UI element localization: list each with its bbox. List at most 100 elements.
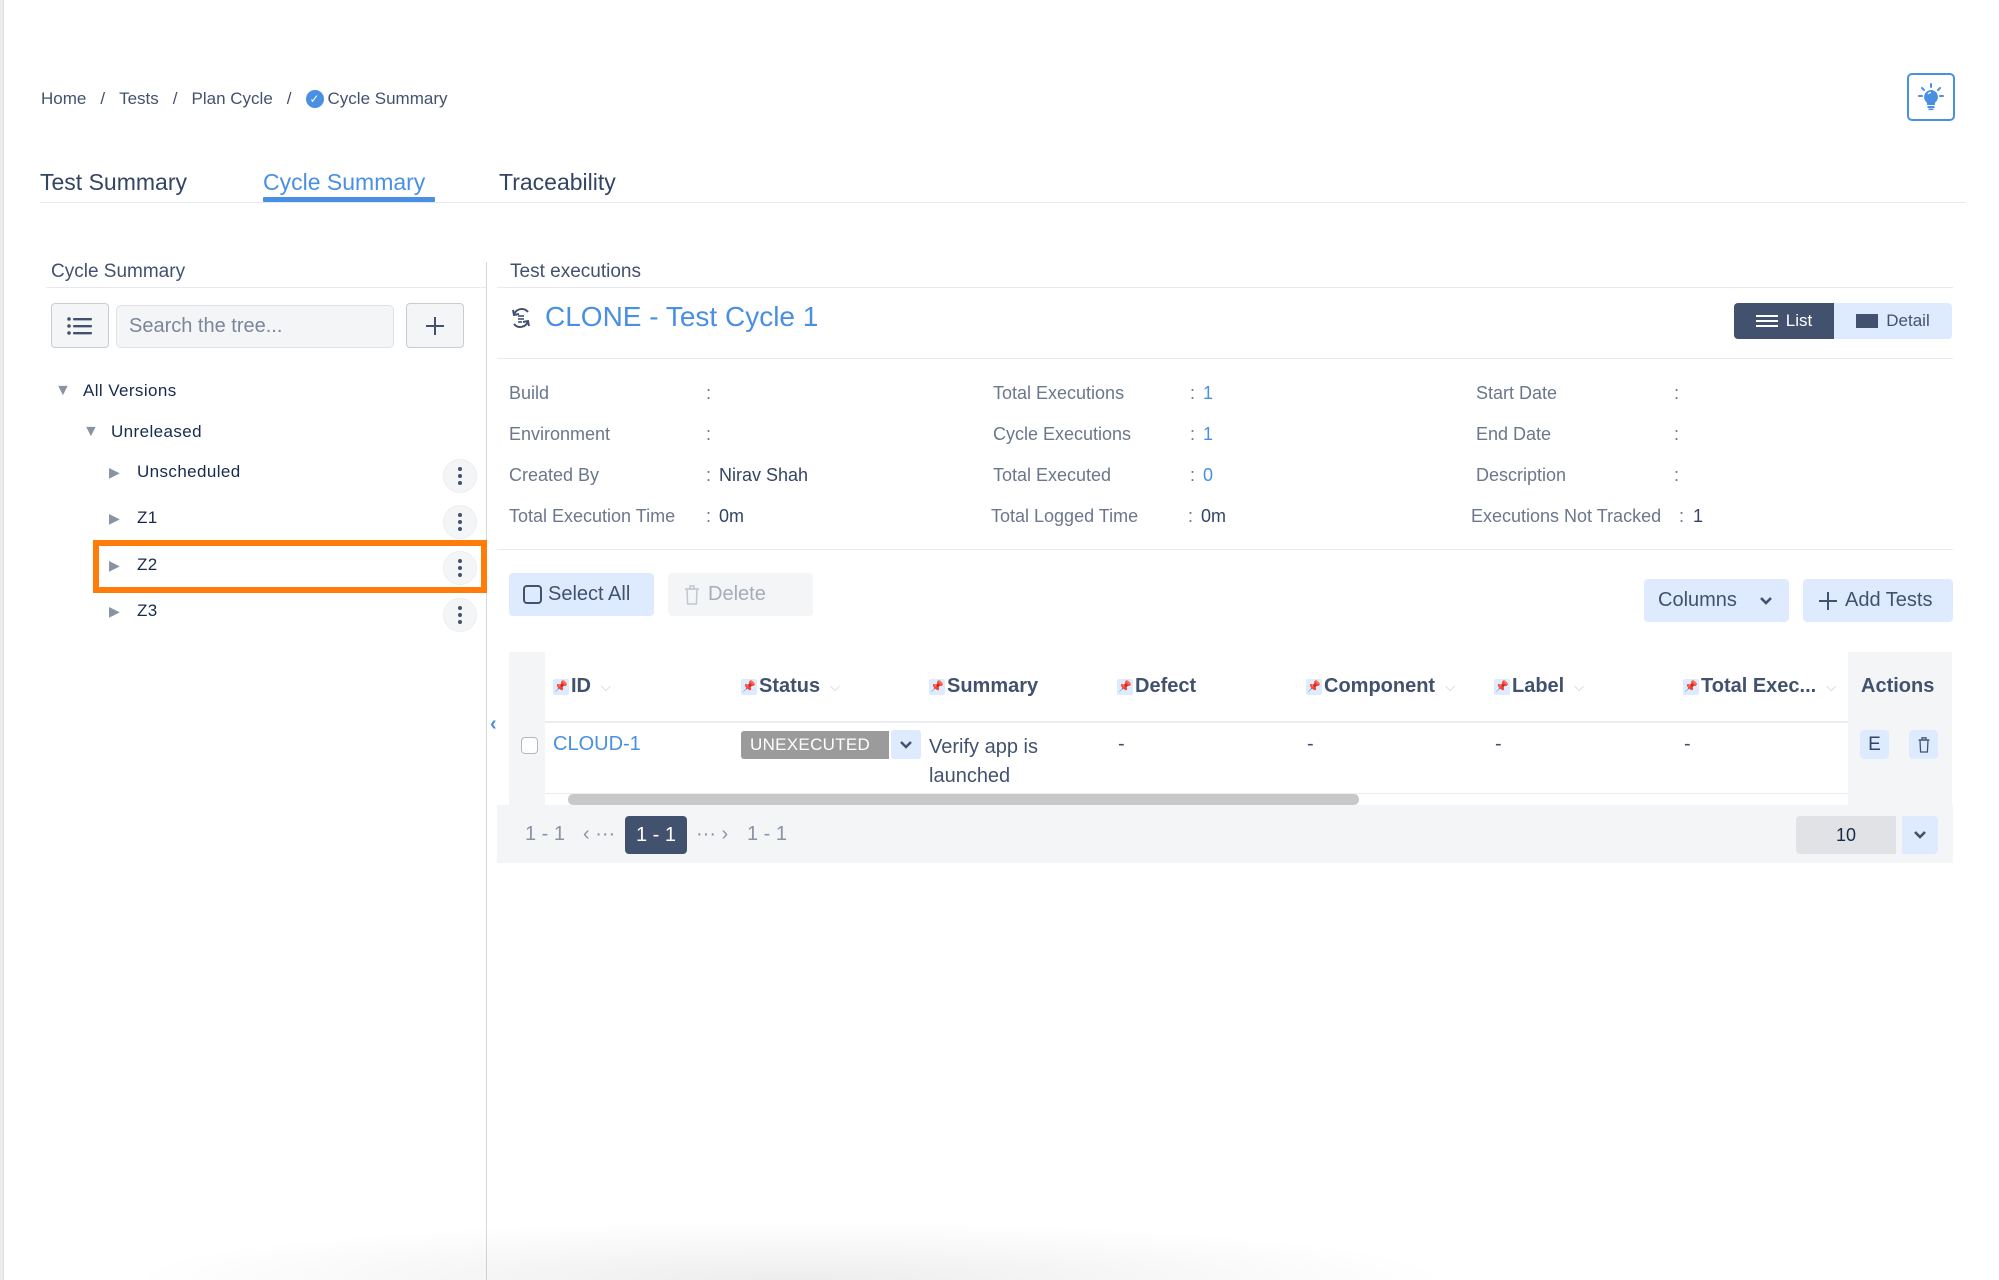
table-header-divider (545, 721, 1848, 723)
column-header-id[interactable]: 📌 ID ⌵ (553, 675, 611, 698)
tree-node-unscheduled[interactable]: ▶ Unscheduled (109, 452, 241, 492)
help-tips-button[interactable] (1907, 73, 1955, 121)
info-created-by: Created By : Nirav Shah (509, 465, 809, 485)
tree-node-label: Unreleased (111, 422, 202, 441)
row-checkbox[interactable] (521, 737, 538, 754)
breadcrumb-home[interactable]: Home (41, 89, 86, 109)
column-header-status[interactable]: 📌 Status ⌵ (741, 675, 840, 698)
component-cell: - (1307, 733, 1314, 755)
page-size-select[interactable]: 10 (1796, 816, 1896, 854)
pin-icon[interactable]: 📌 (1683, 678, 1699, 695)
caret-right-icon[interactable]: ▶ (109, 603, 137, 620)
edit-execution-button[interactable]: E (1860, 730, 1889, 759)
tree-node-label: Z3 (137, 601, 158, 620)
select-all-button[interactable]: Select All (509, 573, 654, 616)
tab-test-summary[interactable]: Test Summary (40, 169, 187, 196)
pin-icon[interactable]: 📌 (929, 678, 945, 695)
tree-node-unreleased[interactable]: ▼ Unreleased (83, 412, 202, 452)
breadcrumb-tests[interactable]: Tests (119, 89, 159, 109)
info-divider-top (497, 358, 1953, 359)
detail-view-button[interactable]: Detail (1834, 303, 1952, 339)
info-executions-not-tracked: Executions Not Tracked : 1 (1471, 506, 1704, 526)
caret-down-icon[interactable]: ▼ (55, 382, 83, 400)
window-left-edge (0, 0, 4, 1280)
cycle-sync-icon (512, 308, 530, 328)
pin-icon[interactable]: 📌 (741, 678, 757, 695)
tree-node-label: Unscheduled (137, 462, 241, 481)
caret-right-icon[interactable]: ▶ (109, 464, 137, 481)
defect-cell: - (1118, 733, 1125, 755)
info-total-executions: Total Executions : 1 (993, 383, 1214, 403)
highlight-annotation (93, 540, 487, 593)
sort-chevron-icon[interactable]: ⌵ (830, 679, 840, 695)
horizontal-scrollbar-thumb[interactable] (568, 794, 1359, 805)
pin-icon[interactable]: 📌 (1117, 678, 1133, 695)
add-tests-button[interactable]: Add Tests (1803, 579, 1953, 622)
page-size-dropdown-button[interactable] (1902, 816, 1938, 854)
trash-icon (1918, 736, 1929, 753)
column-header-label[interactable]: 📌 Label ⌵ (1494, 675, 1584, 698)
info-build: Build : (509, 383, 712, 403)
first-page-link[interactable]: 1 - 1 (525, 823, 565, 846)
lightbulb-icon (1918, 83, 1944, 111)
tab-traceability[interactable]: Traceability (499, 169, 616, 196)
collapse-panel-chevron-left-icon[interactable]: ‹ (490, 713, 497, 736)
next-page-button[interactable]: ··· › (696, 823, 728, 846)
bottom-shadow (120, 1220, 1460, 1280)
prev-page-button[interactable]: ‹ ··· (583, 823, 615, 846)
delete-button[interactable]: Delete (668, 573, 813, 616)
info-total-execution-time: Total Execution Time : 0m (509, 506, 745, 526)
info-cycle-executions: Cycle Executions : 1 (993, 424, 1214, 444)
chevron-down-icon (900, 740, 912, 749)
info-total-executed: Total Executed : 0 (993, 465, 1214, 485)
sort-chevron-icon[interactable]: ⌵ (1574, 679, 1584, 695)
tree-node-label: All Versions (83, 381, 177, 400)
delete-execution-button[interactable] (1909, 730, 1938, 759)
left-title-divider (46, 287, 486, 288)
status-badge[interactable]: UNEXECUTED (741, 731, 889, 759)
last-page-link[interactable]: 1 - 1 (747, 823, 787, 846)
column-header-total-exec[interactable]: 📌 Total Exec... ⌵ (1683, 675, 1836, 698)
tab-cycle-summary[interactable]: Cycle Summary (263, 169, 425, 196)
add-tree-node-button[interactable] (406, 303, 464, 348)
tree-view-toggle-button[interactable] (51, 303, 109, 348)
tree-node-all-versions[interactable]: ▼ All Versions (55, 371, 177, 411)
column-header-summary[interactable]: 📌 Summary (929, 675, 1038, 698)
cycle-name[interactable]: CLONE - Test Cycle 1 (545, 301, 818, 333)
sort-chevron-icon[interactable]: ⌵ (1826, 679, 1836, 695)
breadcrumb-cycle-summary: Cycle Summary (327, 89, 448, 108)
caret-right-icon[interactable]: ▶ (109, 510, 137, 527)
detail-panel-icon (1856, 314, 1879, 328)
add-tests-label: Add Tests (1845, 589, 1933, 611)
column-header-defect[interactable]: 📌 Defect (1117, 675, 1196, 698)
column-header-component[interactable]: 📌 Component ⌵ (1306, 675, 1455, 698)
sort-chevron-icon[interactable]: ⌵ (1445, 679, 1455, 695)
breadcrumb-plan-cycle[interactable]: Plan Cycle (192, 89, 273, 109)
tree-node-z1[interactable]: ▶ Z1 (109, 498, 158, 538)
pin-icon[interactable]: 📌 (553, 678, 569, 695)
info-divider-bottom (497, 549, 1953, 550)
chevron-down-icon (1760, 596, 1772, 605)
panel-divider[interactable] (486, 262, 487, 1280)
tree-search-input[interactable] (116, 305, 394, 348)
tab-bar: Test Summary Cycle Summary Traceability (40, 166, 1965, 203)
info-total-logged-time: Total Logged Time : 0m (991, 506, 1227, 526)
current-page[interactable]: 1 - 1 (625, 816, 687, 854)
node-menu-button[interactable] (443, 505, 477, 539)
tree-node-z3[interactable]: ▶ Z3 (109, 591, 158, 631)
status-dropdown-button[interactable] (891, 730, 921, 759)
columns-button[interactable]: Columns (1644, 579, 1789, 622)
caret-down-icon[interactable]: ▼ (83, 423, 111, 441)
sort-chevron-icon[interactable]: ⌵ (601, 679, 611, 695)
breadcrumb-separator: / (100, 89, 106, 108)
pin-icon[interactable]: 📌 (1494, 678, 1510, 695)
plus-icon (426, 316, 444, 335)
breadcrumb-separator: / (172, 89, 178, 108)
pin-icon[interactable]: 📌 (1306, 678, 1322, 695)
table-gutter (509, 652, 545, 805)
node-menu-button[interactable] (443, 459, 477, 493)
right-title-divider (497, 287, 1953, 288)
execution-id-link[interactable]: CLOUD-1 (553, 733, 641, 756)
node-menu-button[interactable] (443, 598, 477, 632)
list-view-button[interactable]: List (1734, 303, 1834, 339)
